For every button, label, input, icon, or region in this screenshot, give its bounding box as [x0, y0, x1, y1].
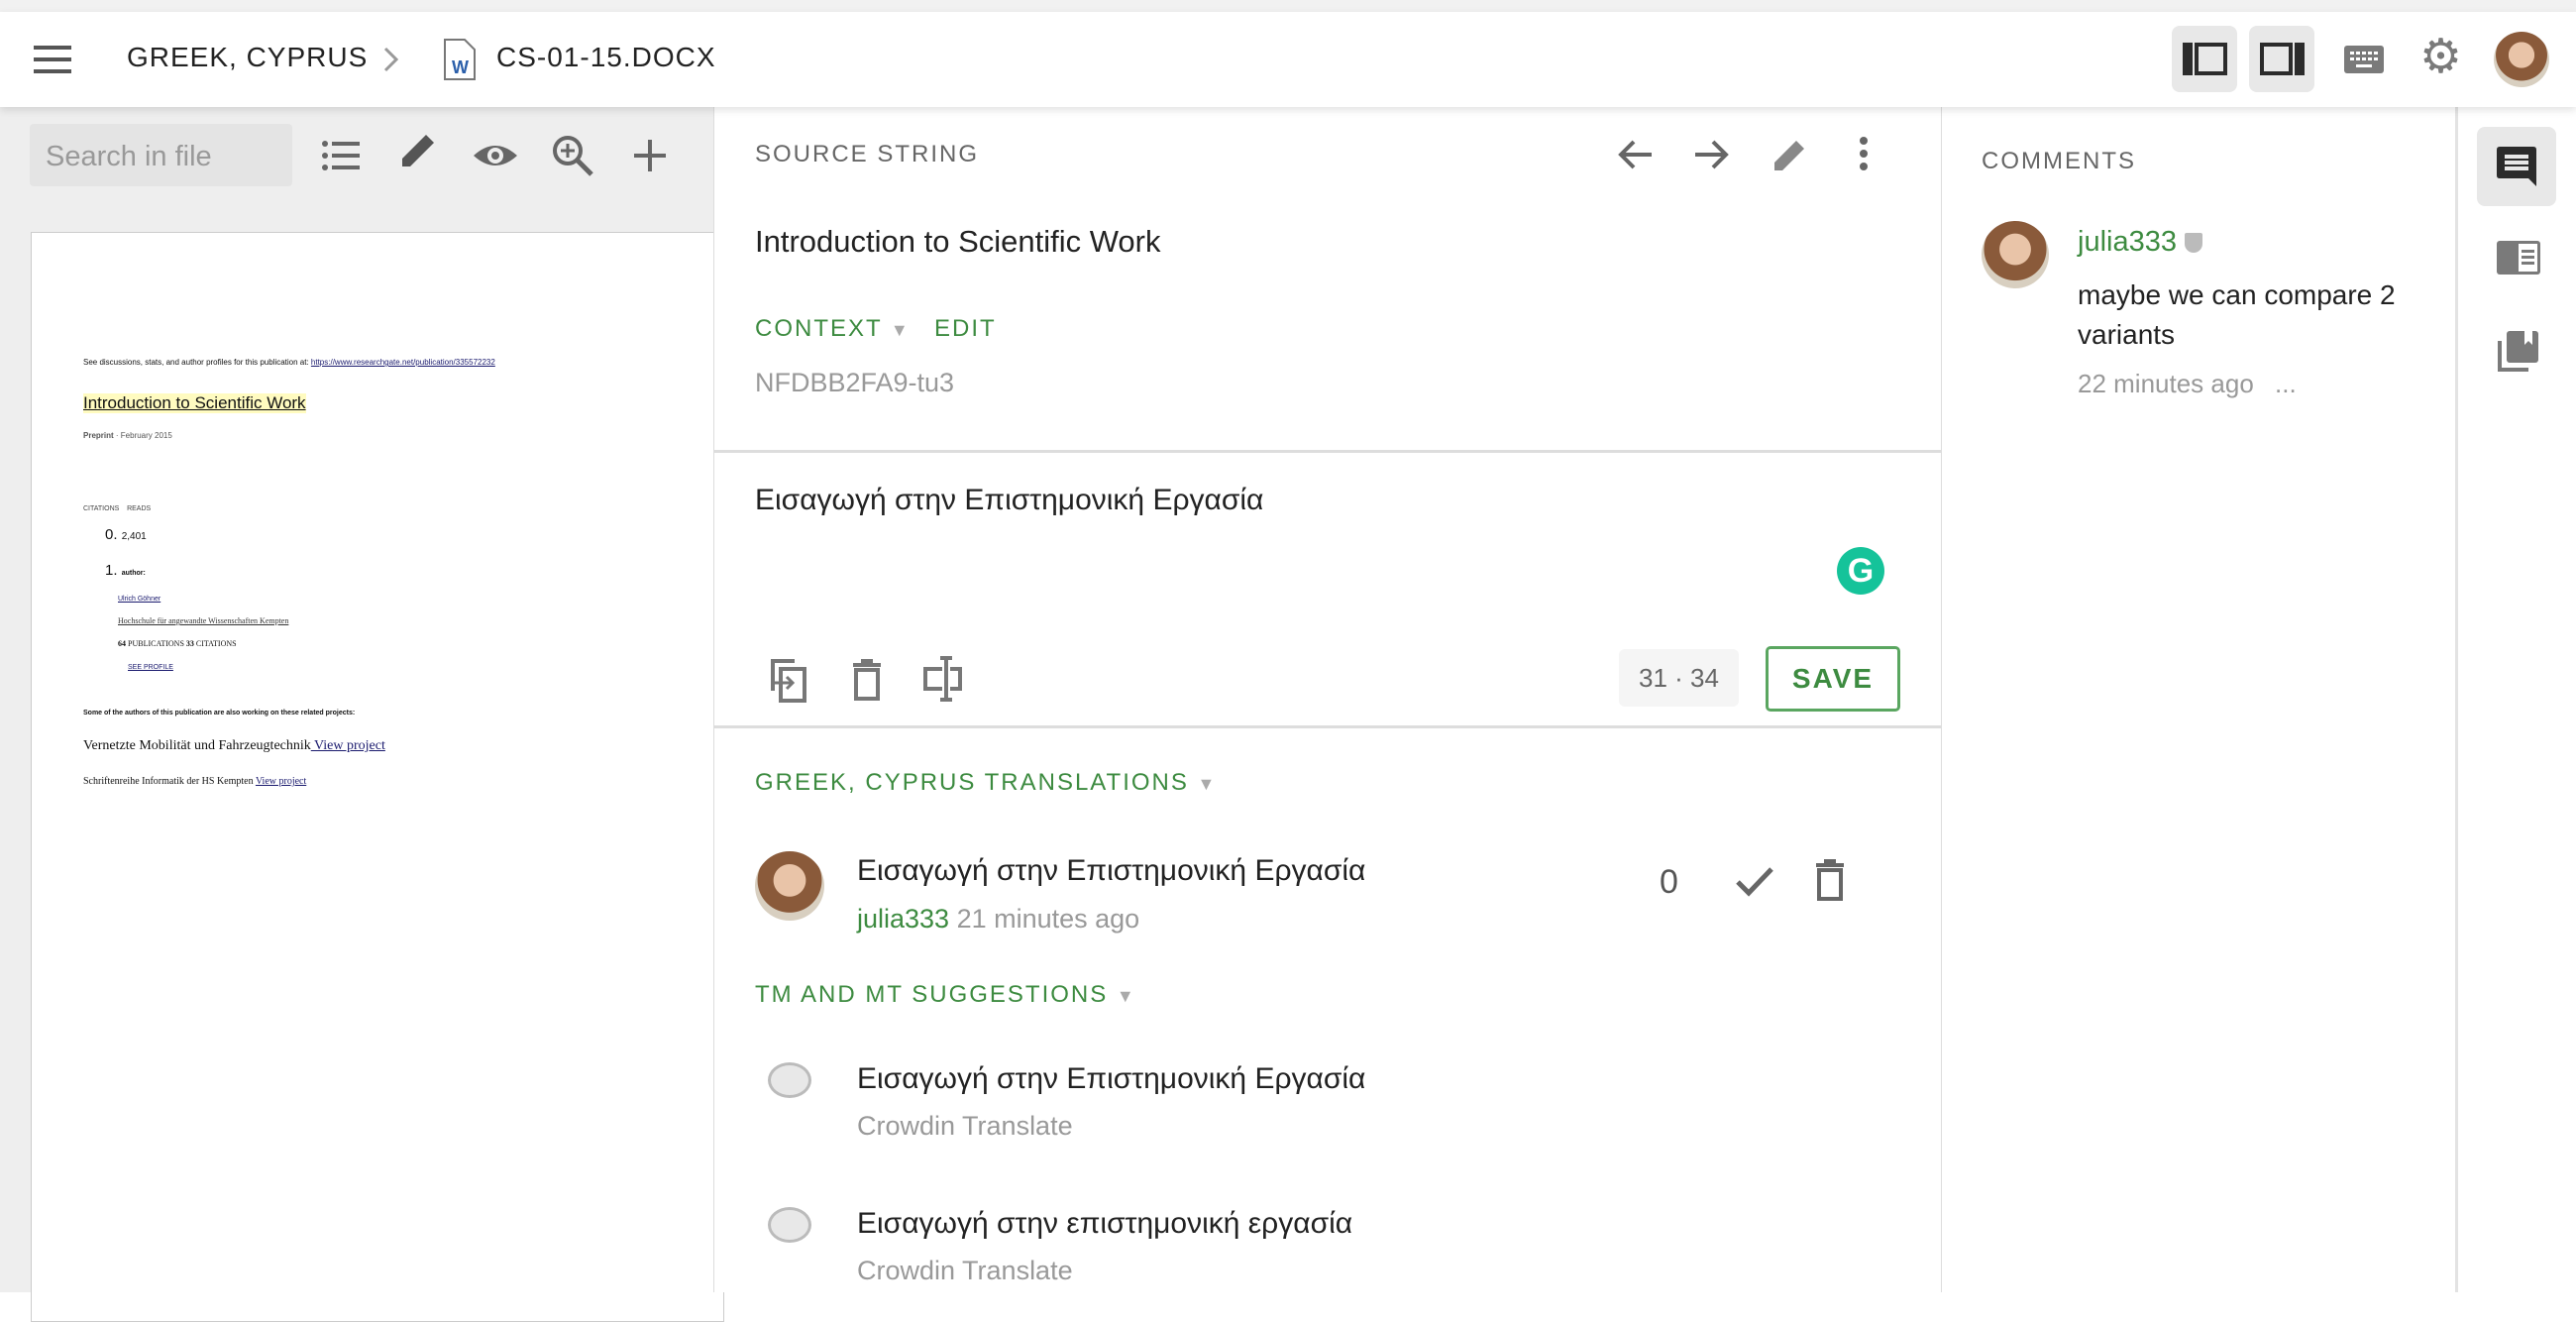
copy-source-icon[interactable] [769, 657, 808, 703]
context-toggle[interactable]: CONTEXT ▼ [755, 315, 911, 343]
doc-link[interactable]: https://www.researchgate.net/publication… [311, 358, 495, 367]
vote-count: 0 [1660, 863, 1678, 901]
header: GREEK, CYPRUS W CS-01-15.DOCX ⚙ [0, 12, 2576, 107]
source-text: Introduction to Scientific Work [755, 224, 1161, 259]
doc-title: Introduction to Scientific Work [83, 393, 306, 413]
trash-icon[interactable] [851, 659, 883, 701]
suggestions-toggle[interactable]: TM AND MT SUGGESTIONS ▼ [755, 981, 1136, 1009]
doc-see-profile[interactable]: SEE PROFILE [128, 664, 173, 671]
avatar [1982, 221, 2049, 288]
translation-input[interactable]: Εισαγωγή στην Επιστημονική Εργασία [755, 484, 1263, 517]
suggestion-text: Εισαγωγή στην επιστημονική εργασία [857, 1207, 1353, 1240]
comment-author[interactable]: julia333 [2078, 226, 2203, 259]
doc-project: Schriftenreihe Informatik der HS Kempten… [83, 776, 307, 787]
suggestion-text: Εισαγωγή στην Επιστημονική Εργασία [857, 1062, 1366, 1095]
translation-text: Εισαγωγή στην Επιστημονική Εργασία [857, 854, 1366, 887]
translation-time: 21 minutes ago [949, 904, 1140, 934]
comments-panel: COMMENTS julia333 maybe we can compare 2… [1942, 107, 2455, 1292]
source-preview-tab-icon[interactable] [2497, 241, 2540, 275]
doc-list-item: 1. author: [105, 562, 146, 579]
left-panel-layout-button[interactable] [2172, 26, 2237, 92]
translation-item[interactable]: Εισαγωγή στην Επιστημονική Εργασία julia… [755, 841, 1943, 950]
suggestion-source: Crowdin Translate [857, 1256, 1073, 1285]
doc-pub-stats: 64 PUBLICATIONS 33 CITATIONS [118, 639, 237, 648]
gear-icon[interactable]: ⚙ [2419, 34, 2462, 81]
character-counter: 31 · 34 [1619, 649, 1739, 707]
divider [714, 725, 1943, 728]
right-panel-layout-button[interactable] [2249, 26, 2314, 92]
plus-icon[interactable] [626, 132, 674, 179]
menu-icon[interactable] [34, 44, 73, 75]
translations-toggle[interactable]: GREEK, CYPRUS TRANSLATIONS ▼ [755, 769, 1217, 797]
translation-author[interactable]: julia333 [857, 904, 949, 934]
keyboard-icon[interactable] [2344, 46, 2384, 74]
pencil-icon[interactable] [394, 127, 442, 174]
more-vertical-icon[interactable] [1854, 135, 1874, 174]
doc-preprint: Preprint · February 2015 [83, 431, 172, 440]
eye-icon[interactable] [472, 132, 519, 179]
arrow-right-icon[interactable] [1691, 135, 1731, 174]
doc-stats-labels: CITATIONS READS [83, 505, 152, 512]
divider [714, 450, 1943, 453]
comment-more-button[interactable]: ... [2275, 369, 2297, 399]
pencil-icon[interactable] [1771, 135, 1810, 174]
suggestion-item[interactable]: Εισαγωγή στην επιστημονική εργασία Crowd… [755, 1201, 1943, 1300]
crowdin-translate-icon [768, 1062, 811, 1098]
document-page: See discussions, stats, and author profi… [31, 232, 724, 1322]
chevron-right-icon [383, 47, 399, 72]
string-key: NFDBB2FA9-tu3 [755, 368, 955, 397]
suggestion-item[interactable]: Εισαγωγή στην Επιστημονική Εργασία Crowd… [755, 1056, 1943, 1156]
right-panel-layout-icon [2260, 43, 2305, 75]
comment-icon [2497, 147, 2536, 186]
avatar [755, 851, 824, 921]
split-text-icon[interactable] [922, 655, 964, 703]
source-string-label: SOURCE STRING [755, 141, 980, 167]
grammarly-icon[interactable]: G [1837, 547, 1884, 595]
approve-check-icon[interactable] [1735, 865, 1774, 899]
comments-tab[interactable] [2477, 127, 2556, 206]
comment-text: maybe we can compare 2 variants [2078, 279, 2396, 350]
verified-shield-icon [2185, 233, 2203, 254]
file-preview-panel: Search in file See discussions, stats, a… [0, 107, 724, 1322]
doc-related: Some of the authors of this publication … [83, 710, 356, 716]
right-sidebar [2455, 107, 2576, 1292]
arrow-left-icon[interactable] [1616, 135, 1656, 174]
doc-line: See discussions, stats, and author profi… [83, 358, 495, 367]
suggestion-source: Crowdin Translate [857, 1111, 1073, 1141]
top-strip [0, 0, 2576, 12]
delete-translation-icon[interactable] [1814, 859, 1846, 901]
comments-label: COMMENTS [1982, 148, 2136, 174]
word-file-icon: W [444, 39, 476, 80]
caret-down-icon: ▼ [1197, 774, 1218, 794]
caret-down-icon: ▼ [1116, 986, 1136, 1006]
glossary-tab-icon[interactable] [2497, 331, 2538, 373]
svg-text:W: W [452, 57, 469, 77]
zoom-in-icon[interactable] [549, 132, 596, 179]
file-name: CS-01-15.DOCX [496, 42, 716, 72]
language-breadcrumb[interactable]: GREEK, CYPRUS [127, 42, 368, 73]
save-button[interactable]: SAVE [1766, 646, 1900, 712]
crowdin-translate-icon [768, 1207, 811, 1243]
editor-panel: SOURCE STRING Introduction to Scientific… [713, 107, 1943, 1292]
comment-time: 22 minutes ago [2078, 369, 2254, 398]
doc-list-item: 0. 2,401 [105, 526, 147, 543]
doc-affiliation[interactable]: Hochschule für angewandte Wissenschaften… [118, 616, 288, 625]
list-icon[interactable] [317, 132, 365, 179]
doc-author-link[interactable]: Ulrich Göhner [118, 596, 161, 603]
search-in-file-input[interactable]: Search in file [30, 124, 292, 186]
context-edit-link[interactable]: EDIT [934, 315, 997, 343]
user-avatar[interactable] [2494, 32, 2549, 87]
translation-meta: julia333 21 minutes ago [857, 904, 1139, 935]
caret-down-icon: ▼ [890, 320, 911, 340]
left-panel-layout-icon [2183, 43, 2227, 75]
doc-project: Vernetzte Mobilität und Fahrzeugtechnik … [83, 738, 385, 753]
